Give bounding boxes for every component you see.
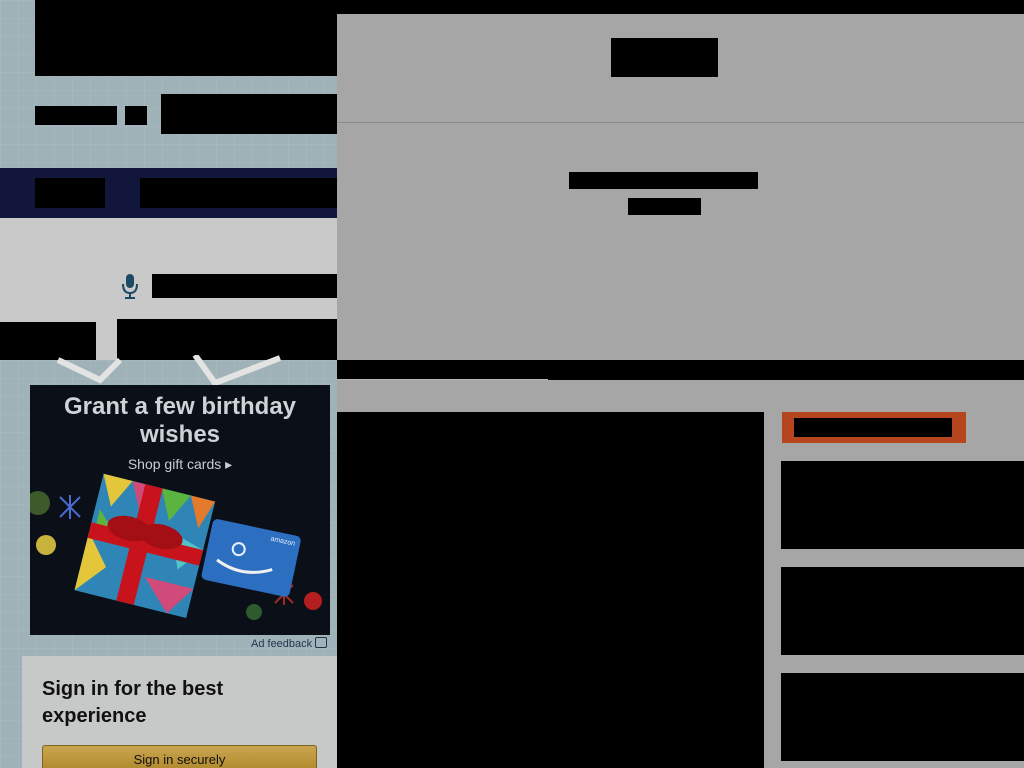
right-header-panel (337, 14, 1024, 122)
redacted-card[interactable] (781, 461, 1024, 549)
mobile-panel: Grant a few birthday wishes Shop gift ca… (0, 0, 337, 768)
right-message-panel (337, 123, 1024, 360)
redacted-heading (569, 172, 758, 189)
nav-strip (0, 168, 337, 218)
microphone-icon[interactable] (121, 272, 139, 300)
gift-card-ad[interactable]: Grant a few birthday wishes Shop gift ca… (30, 385, 330, 635)
redacted-header-logo (35, 0, 337, 76)
redacted-link[interactable] (35, 106, 117, 125)
redacted-nav-item[interactable] (140, 178, 337, 208)
redacted-nav-item[interactable] (35, 178, 105, 208)
signin-heading: Sign in for the best experience (42, 678, 224, 727)
redacted-main-image[interactable] (337, 412, 764, 768)
redacted-tab[interactable] (117, 319, 337, 360)
action-button[interactable] (782, 412, 966, 443)
redacted-card[interactable] (781, 673, 1024, 761)
signin-button[interactable]: Sign in securely (42, 745, 317, 768)
redacted-icon[interactable] (125, 106, 147, 125)
redacted-logo (611, 38, 718, 77)
redacted-card[interactable] (781, 567, 1024, 655)
decorative-arrows (56, 355, 282, 385)
ad-feedback-link[interactable]: Ad feedback (251, 637, 328, 650)
feedback-icon (315, 637, 328, 648)
redacted-subheading (628, 198, 701, 215)
gift-box-illustration: amazon (30, 473, 322, 620)
signin-card: Sign in for the best experience Sign in … (22, 656, 337, 768)
redacted-search-input[interactable] (152, 274, 337, 298)
ad-feedback-label: Ad feedback (251, 638, 313, 650)
redacted-account-button[interactable] (161, 94, 337, 134)
redacted-button-label (794, 418, 952, 437)
